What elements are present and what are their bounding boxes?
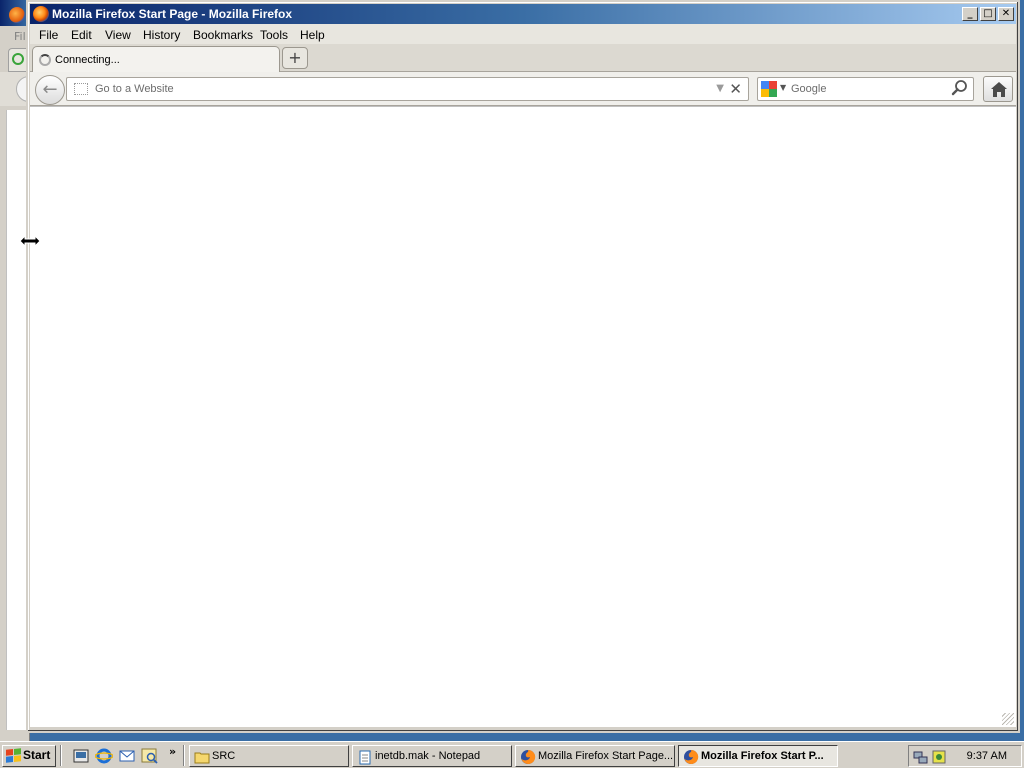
- firefox-window: Mozilla Firefox Start Page - Mozilla Fir…: [26, 0, 1020, 733]
- maximize-button[interactable]: □: [980, 7, 996, 21]
- new-tab-button[interactable]: +: [282, 47, 308, 69]
- site-identity-icon[interactable]: [74, 83, 88, 95]
- resize-gripper-icon[interactable]: [1002, 713, 1014, 725]
- url-history-dropmarker-icon[interactable]: ▼: [716, 83, 724, 94]
- taskbar-separator: [183, 745, 185, 766]
- internet-explorer-icon[interactable]: [95, 747, 113, 765]
- clock[interactable]: 9:37 AM: [967, 750, 1007, 762]
- outlook-express-icon[interactable]: [118, 747, 136, 765]
- taskbar-separator: [60, 745, 62, 766]
- tab-label: Connecting...: [55, 54, 120, 66]
- url-input[interactable]: [95, 81, 685, 97]
- menu-view[interactable]: View: [105, 28, 131, 42]
- google-engine-icon[interactable]: [761, 81, 777, 97]
- taskbar-item-notepad[interactable]: inetdb.mak - Notepad: [352, 745, 512, 767]
- search-input[interactable]: [791, 81, 941, 97]
- navigation-toolbar: ← ▼ ✕ ▼: [30, 72, 1016, 106]
- back-button[interactable]: ←: [35, 75, 65, 105]
- menu-file[interactable]: File: [39, 28, 58, 42]
- home-button[interactable]: [983, 76, 1013, 102]
- minimize-button[interactable]: _: [962, 7, 978, 21]
- task-label: SRC: [212, 750, 236, 762]
- tab-connecting[interactable]: Connecting...: [32, 46, 280, 73]
- task-label: Mozilla Firefox Start P...: [701, 750, 824, 762]
- show-desktop-icon[interactable]: [72, 747, 90, 765]
- search-bar[interactable]: ▼: [757, 77, 974, 101]
- magnifier-icon[interactable]: [951, 79, 969, 97]
- resize-cursor-icon: [19, 234, 41, 248]
- system-tray: 9:37 AM: [908, 745, 1022, 767]
- menu-edit[interactable]: Edit: [71, 28, 92, 42]
- start-label: Start: [23, 748, 51, 762]
- firefox-icon: [521, 749, 536, 764]
- window-title: Mozilla Firefox Start Page - Mozilla Fir…: [52, 7, 293, 21]
- taskbar: Start » SRC inetdb.mak - Notepad Mozilla…: [0, 741, 1024, 768]
- firefox-icon: [684, 749, 699, 764]
- menu-bar: File Edit View History Bookmarks Tools H…: [30, 24, 1016, 44]
- close-button[interactable]: ✕: [998, 7, 1014, 21]
- background-content-area: [6, 110, 26, 730]
- background-menu-hint: Fil: [14, 30, 26, 43]
- taskbar-item-firefox-1[interactable]: Mozilla Firefox Start Page...: [515, 745, 675, 767]
- back-arrow-icon: ←: [42, 79, 58, 100]
- task-label: inetdb.mak - Notepad: [375, 750, 481, 762]
- search-icon[interactable]: [141, 747, 159, 765]
- menu-bookmarks[interactable]: Bookmarks: [193, 28, 253, 42]
- folder-icon: [194, 752, 210, 764]
- tray-app-icon[interactable]: [931, 749, 947, 765]
- quick-launch-more-button[interactable]: »: [169, 745, 176, 758]
- engine-dropdown-icon[interactable]: ▼: [780, 83, 786, 92]
- tab-strip: Connecting... +: [30, 44, 1016, 73]
- notepad-icon: [359, 750, 371, 765]
- windows-logo-icon: [6, 748, 21, 764]
- page-content[interactable]: [30, 106, 1016, 727]
- menu-tools[interactable]: Tools: [260, 28, 288, 42]
- url-bar[interactable]: ▼ ✕: [66, 77, 749, 101]
- window-titlebar[interactable]: Mozilla Firefox Start Page - Mozilla Fir…: [30, 4, 1016, 24]
- firefox-icon: [9, 7, 25, 23]
- firefox-icon[interactable]: [33, 6, 49, 22]
- task-label: Mozilla Firefox Start Page...: [538, 750, 674, 762]
- menu-history[interactable]: History: [143, 28, 180, 42]
- taskbar-item-firefox-2[interactable]: Mozilla Firefox Start P...: [678, 745, 838, 767]
- home-icon: [991, 82, 1007, 97]
- loading-throbber-icon: [12, 53, 24, 65]
- taskbar-item-src[interactable]: SRC: [189, 745, 349, 767]
- network-icon[interactable]: [913, 749, 929, 765]
- stop-icon[interactable]: ✕: [729, 80, 742, 98]
- loading-throbber-icon: [39, 54, 51, 66]
- start-button[interactable]: Start: [2, 745, 56, 767]
- menu-help[interactable]: Help: [300, 28, 325, 42]
